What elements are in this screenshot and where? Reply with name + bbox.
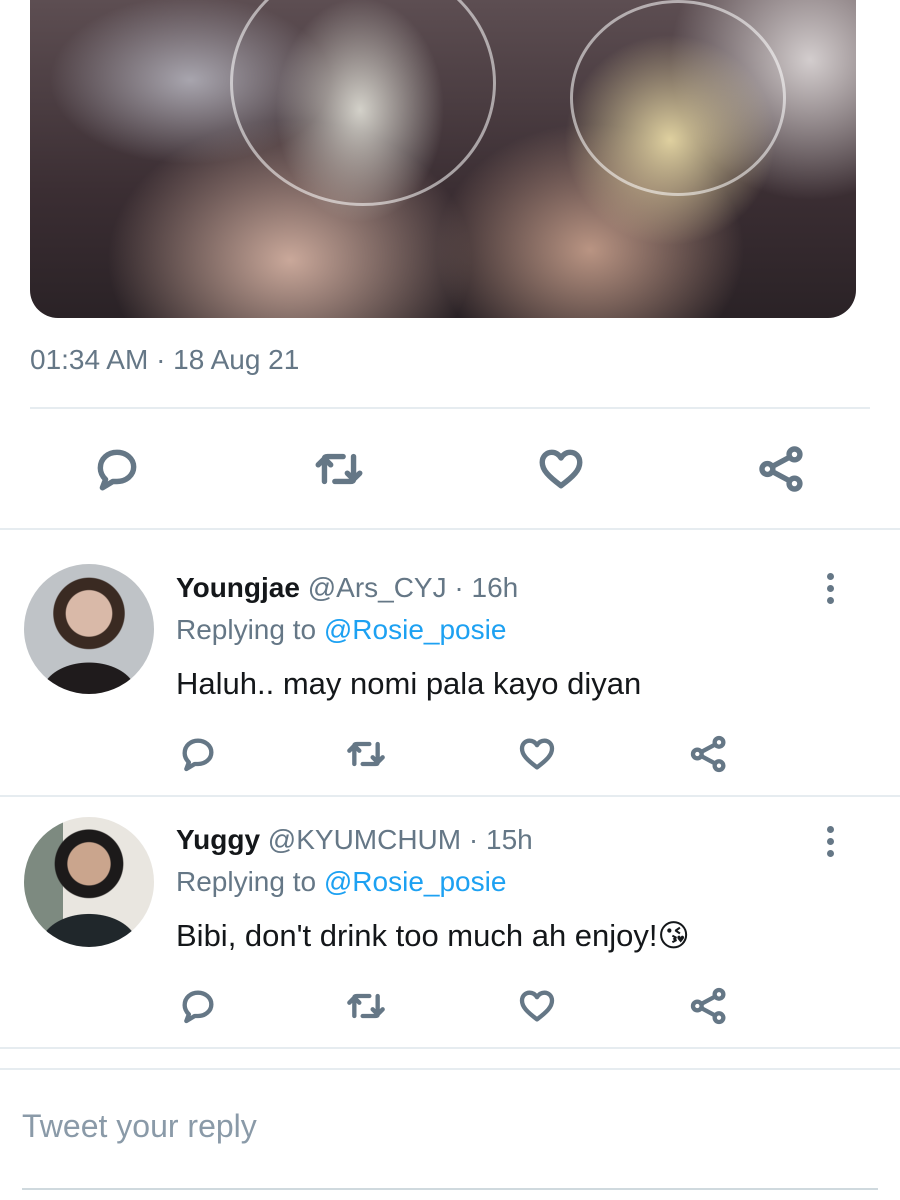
replying-handle-link[interactable]: @Rosie_posie bbox=[324, 614, 507, 645]
retweet-icon[interactable] bbox=[344, 734, 388, 774]
more-options-icon[interactable] bbox=[827, 826, 834, 862]
display-name[interactable]: Yuggy bbox=[176, 824, 260, 855]
share-icon[interactable] bbox=[688, 734, 730, 774]
reply-time: · 16h bbox=[454, 572, 519, 603]
reply-input[interactable]: Tweet your reply bbox=[22, 1108, 257, 1145]
avatar[interactable] bbox=[24, 564, 154, 694]
like-icon[interactable] bbox=[516, 986, 558, 1026]
composer-top-border bbox=[0, 1068, 900, 1070]
photo-glass-right bbox=[570, 0, 786, 196]
share-icon[interactable] bbox=[688, 986, 730, 1026]
divider bbox=[30, 407, 870, 409]
reply-header: Youngjae @Ars_CYJ · 16h bbox=[176, 572, 518, 604]
like-icon[interactable] bbox=[536, 444, 586, 494]
like-icon[interactable] bbox=[516, 734, 558, 774]
replying-to: Replying to @Rosie_posie bbox=[176, 614, 506, 646]
user-handle[interactable]: @Ars_CYJ bbox=[308, 572, 447, 603]
user-handle[interactable]: @KYUMCHUM bbox=[268, 824, 461, 855]
reply-icon[interactable] bbox=[92, 444, 142, 494]
tweet-photo[interactable] bbox=[30, 0, 856, 318]
reply-tweet[interactable]: Yuggy @KYUMCHUM · 15h Replying to @Rosie… bbox=[0, 797, 900, 1047]
replying-label: Replying to bbox=[176, 866, 317, 897]
replying-to: Replying to @Rosie_posie bbox=[176, 866, 506, 898]
avatar[interactable] bbox=[24, 817, 154, 947]
replying-label: Replying to bbox=[176, 614, 317, 645]
reply-header: Yuggy @KYUMCHUM · 15h bbox=[176, 824, 533, 856]
photo-glass-left bbox=[230, 0, 496, 206]
reply-text: Bibi, don't drink too much ah enjoy!😘 bbox=[176, 918, 690, 954]
divider bbox=[0, 1047, 900, 1049]
retweet-icon[interactable] bbox=[312, 444, 366, 494]
tweet-timestamp: 01:34 AM · 18 Aug 21 bbox=[30, 344, 300, 375]
reply-time: · 15h bbox=[468, 824, 533, 855]
reply-input-underline bbox=[22, 1188, 878, 1190]
kissing-face-emoji: 😘 bbox=[657, 918, 690, 953]
reply-text: Haluh.. may nomi pala kayo diyan bbox=[176, 666, 642, 701]
reply-icon[interactable] bbox=[178, 986, 218, 1026]
display-name[interactable]: Youngjae bbox=[176, 572, 300, 603]
replying-handle-link[interactable]: @Rosie_posie bbox=[324, 866, 507, 897]
reply-tweet[interactable]: Youngjae @Ars_CYJ · 16h Replying to @Ros… bbox=[0, 530, 900, 796]
retweet-icon[interactable] bbox=[344, 986, 388, 1026]
reply-text-content: Bibi, don't drink too much ah enjoy! bbox=[176, 918, 658, 953]
share-icon[interactable] bbox=[756, 444, 808, 494]
reply-icon[interactable] bbox=[178, 734, 218, 774]
more-options-icon[interactable] bbox=[827, 573, 834, 609]
